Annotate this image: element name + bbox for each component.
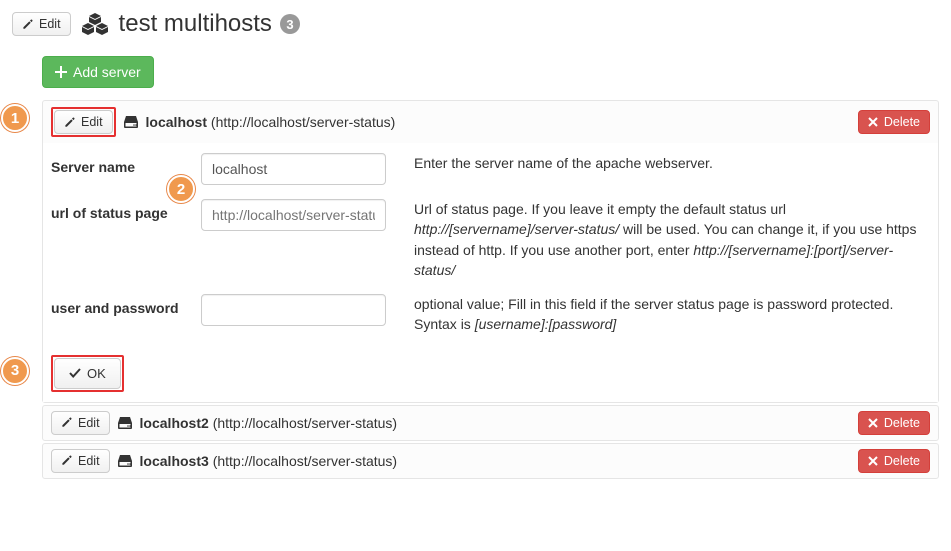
- plus-icon: [55, 66, 67, 78]
- delete-server-button[interactable]: Delete: [858, 449, 930, 473]
- delete-server-button[interactable]: Delete: [858, 110, 930, 134]
- server-title: localhost3 (http://localhost/server-stat…: [140, 453, 398, 469]
- userpass-help: optional value; Fill in this field if th…: [414, 294, 930, 335]
- pencil-icon: [61, 417, 72, 428]
- server-name-input[interactable]: [201, 153, 386, 185]
- edit-page-label: Edit: [39, 17, 61, 31]
- close-icon: [868, 456, 878, 466]
- cubes-icon: [81, 13, 109, 35]
- server-block: Edit localhost3 (http://localhost/server…: [42, 443, 939, 479]
- step-badge-3: 3: [1, 357, 29, 385]
- server-name-label: Server name: [51, 153, 201, 175]
- server-block: Edit localhost2 (http://localhost/server…: [42, 405, 939, 441]
- add-server-button[interactable]: Add server: [42, 56, 154, 88]
- status-url-help: Url of status page. If you leave it empt…: [414, 199, 930, 280]
- userpass-input[interactable]: [201, 294, 386, 326]
- close-icon: [868, 117, 878, 127]
- hdd-icon: [118, 417, 132, 429]
- hdd-icon: [124, 116, 138, 128]
- page-title: test multihosts 3: [119, 10, 300, 38]
- hdd-icon: [118, 455, 132, 467]
- server-name-help: Enter the server name of the apache webs…: [414, 153, 930, 173]
- server-block-expanded: 1 Edit localhost (http://localhost/serve…: [42, 100, 939, 403]
- server-count-badge: 3: [280, 14, 300, 34]
- server-title: localhost2 (http://localhost/server-stat…: [140, 415, 398, 431]
- add-server-label: Add server: [73, 64, 141, 80]
- delete-server-button[interactable]: Delete: [858, 411, 930, 435]
- edit-server-button[interactable]: Edit: [54, 110, 113, 134]
- edit-page-button[interactable]: Edit: [12, 12, 71, 36]
- server-title: localhost (http://localhost/server-statu…: [146, 114, 396, 130]
- status-url-input[interactable]: [201, 199, 386, 231]
- step-badge-1: 1: [1, 104, 29, 132]
- pencil-icon: [61, 455, 72, 466]
- pencil-icon: [64, 117, 75, 128]
- edit-server-button[interactable]: Edit: [51, 411, 110, 435]
- pencil-icon: [22, 19, 33, 30]
- ok-button[interactable]: OK: [54, 358, 121, 389]
- check-icon: [69, 368, 81, 378]
- status-url-label: url of status page: [51, 199, 201, 221]
- close-icon: [868, 418, 878, 428]
- edit-server-button[interactable]: Edit: [51, 449, 110, 473]
- userpass-label: user and password: [51, 294, 201, 316]
